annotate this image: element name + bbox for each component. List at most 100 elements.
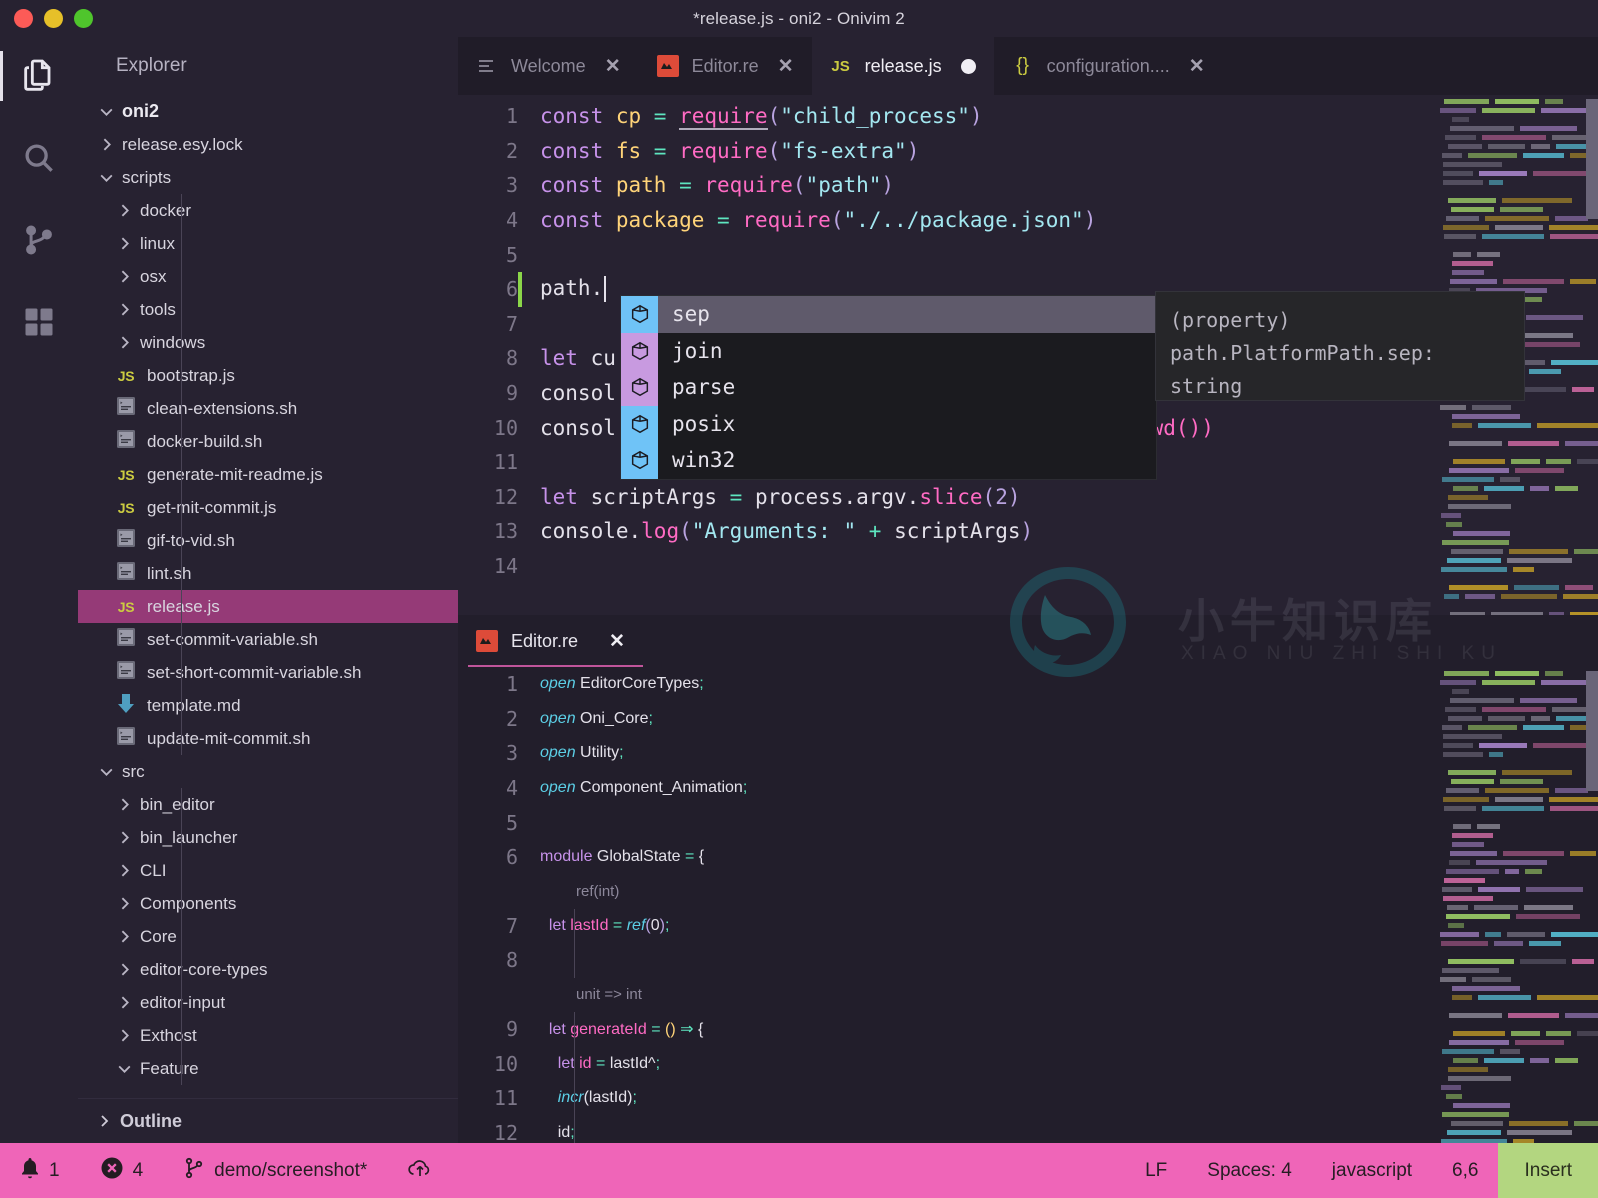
- modified-indicator-icon[interactable]: [960, 58, 976, 74]
- tree-item-docker-build-sh[interactable]: docker-build.sh: [78, 425, 458, 458]
- minimize-window-button[interactable]: [44, 9, 63, 28]
- status-sync[interactable]: [387, 1143, 453, 1198]
- property-cube-icon: [621, 405, 658, 442]
- chevron-down-icon[interactable]: [114, 1059, 134, 1079]
- tree-item-editor-input[interactable]: editor-input: [78, 986, 458, 1019]
- tree-item-gif-to-vid-sh[interactable]: gif-to-vid.sh: [78, 524, 458, 557]
- tree-item-exthost[interactable]: Exthost: [78, 1019, 458, 1052]
- tree-item-linux[interactable]: linux: [78, 227, 458, 260]
- chevron-down-icon[interactable]: [96, 102, 116, 122]
- close-icon[interactable]: ✕: [1189, 55, 1205, 78]
- code-lens[interactable]: ref(int): [458, 875, 619, 909]
- close-icon[interactable]: ✕: [605, 55, 621, 78]
- tree-item-src[interactable]: src: [78, 755, 458, 788]
- tree-item-generate-mit-readme-js[interactable]: JS generate-mit-readme.js: [78, 458, 458, 491]
- tree-item-cli[interactable]: CLI: [78, 854, 458, 887]
- minimap-line: [1529, 369, 1561, 374]
- tree-item-set-commit-variable-sh[interactable]: set-commit-variable.sh: [78, 623, 458, 656]
- chevron-right-icon[interactable]: [96, 135, 116, 155]
- tree-item-lint-sh[interactable]: lint.sh: [78, 557, 458, 590]
- tab-editor-re-bottom[interactable]: Editor.re ✕: [458, 615, 643, 667]
- editor-tab-bar[interactable]: Welcome ✕ Editor.re ✕ JS release.js {} configur…: [458, 37, 1598, 95]
- autocomplete-item-posix[interactable]: posix: [621, 405, 1156, 442]
- tree-item-osx[interactable]: osx: [78, 260, 458, 293]
- indent-guide: [181, 524, 182, 557]
- tree-item-feature[interactable]: Feature: [78, 1052, 458, 1085]
- tree-item-label: Core: [140, 926, 177, 946]
- code-token: =: [717, 484, 755, 509]
- status-problems[interactable]: 4: [80, 1143, 164, 1198]
- autocomplete-popup[interactable]: sep join parse posix win32: [620, 295, 1157, 480]
- tree-item-set-short-commit-variable-sh[interactable]: set-short-commit-variable.sh: [78, 656, 458, 689]
- chevron-right-icon[interactable]: [114, 795, 134, 815]
- status-indentation[interactable]: Spaces: 4: [1187, 1143, 1312, 1198]
- code-line: 4 open Component_Animation;: [458, 771, 1598, 806]
- chevron-right-icon[interactable]: [114, 267, 134, 287]
- activity-files-button[interactable]: [0, 37, 78, 115]
- tree-item-editor-core-types[interactable]: editor-core-types: [78, 953, 458, 986]
- tab-configuration-[interactable]: {} configuration.... ✕: [994, 37, 1223, 95]
- chevron-right-icon[interactable]: [114, 960, 134, 980]
- chevron-right-icon[interactable]: [114, 927, 134, 947]
- autocomplete-item-win32[interactable]: win32: [621, 442, 1156, 479]
- chevron-right-icon[interactable]: [114, 1026, 134, 1046]
- tree-item-tools[interactable]: tools: [78, 293, 458, 326]
- chevron-right-icon[interactable]: [114, 894, 134, 914]
- tree-item-components[interactable]: Components: [78, 887, 458, 920]
- editor-tab-bar-bottom[interactable]: Editor.re ✕: [458, 615, 1598, 667]
- chevron-right-icon[interactable]: [114, 993, 134, 1013]
- code-lens[interactable]: unit => int: [458, 978, 642, 1012]
- activity-extensions-button[interactable]: [0, 283, 78, 361]
- file-tree[interactable]: oni2 release.esy.lock scripts docker linux os…: [78, 95, 458, 1085]
- activity-source-control-button[interactable]: [0, 201, 78, 279]
- minimap-bottom[interactable]: [1428, 667, 1598, 1143]
- chevron-down-icon[interactable]: [96, 168, 116, 188]
- editor-pane-top[interactable]: 1 const cp = require("child_process") 2 con…: [458, 95, 1598, 615]
- chevron-right-icon[interactable]: [114, 828, 134, 848]
- status-language[interactable]: javascript: [1312, 1143, 1432, 1198]
- autocomplete-item-parse[interactable]: parse: [621, 369, 1156, 406]
- tab-welcome[interactable]: Welcome ✕: [458, 37, 639, 95]
- tree-item-scripts[interactable]: scripts: [78, 161, 458, 194]
- close-icon[interactable]: ✕: [609, 630, 625, 653]
- autocomplete-item-sep[interactable]: sep: [621, 296, 1156, 333]
- code-token: ;: [648, 709, 653, 727]
- tree-item-core[interactable]: Core: [78, 920, 458, 953]
- tab-editor-re[interactable]: Editor.re ✕: [639, 37, 812, 95]
- window-controls[interactable]: [14, 9, 93, 28]
- chevron-right-icon[interactable]: [114, 300, 134, 320]
- close-window-button[interactable]: [14, 9, 33, 28]
- tree-item-label: docker: [140, 200, 192, 220]
- editor-pane-bottom[interactable]: Editor.re ✕ 1 open EditorCoreTypes; 2 open …: [458, 615, 1598, 1143]
- tree-item-bin-editor[interactable]: bin_editor: [78, 788, 458, 821]
- close-icon[interactable]: ✕: [778, 55, 794, 78]
- chevron-right-icon[interactable]: [114, 201, 134, 221]
- tree-item-windows[interactable]: windows: [78, 326, 458, 359]
- tree-item-docker[interactable]: docker: [78, 194, 458, 227]
- tree-item-bin-launcher[interactable]: bin_launcher: [78, 821, 458, 854]
- status-branch[interactable]: demo/screenshot*: [163, 1143, 387, 1198]
- status-notifications[interactable]: 1: [0, 1143, 80, 1198]
- status-line-ending[interactable]: LF: [1125, 1143, 1187, 1198]
- tree-item-release-js[interactable]: JS release.js: [78, 590, 458, 623]
- chevron-right-icon[interactable]: [114, 234, 134, 254]
- tree-item-clean-extensions-sh[interactable]: clean-extensions.sh: [78, 392, 458, 425]
- tab-release-js[interactable]: JS release.js: [811, 37, 994, 95]
- tree-item-template-md[interactable]: template.md: [78, 689, 458, 722]
- status-cursor-position[interactable]: 6,6: [1432, 1143, 1498, 1198]
- outline-section-header[interactable]: Outline: [78, 1098, 458, 1143]
- chevron-right-icon[interactable]: [114, 861, 134, 881]
- tree-item-update-mit-commit-sh[interactable]: update-mit-commit.sh: [78, 722, 458, 755]
- chevron-right-icon[interactable]: [114, 333, 134, 353]
- activity-search-button[interactable]: [0, 119, 78, 197]
- tree-item-bootstrap-js[interactable]: JS bootstrap.js: [78, 359, 458, 392]
- hover-documentation: (property) path.PlatformPath.sep: string: [1155, 291, 1525, 401]
- autocomplete-item-join[interactable]: join: [621, 332, 1156, 369]
- maximize-window-button[interactable]: [74, 9, 93, 28]
- minimap-scrollbar[interactable]: [1586, 99, 1598, 219]
- tree-item-release-esy-lock[interactable]: release.esy.lock: [78, 128, 458, 161]
- tree-item-get-mit-commit-js[interactable]: JS get-mit-commit.js: [78, 491, 458, 524]
- minimap-scrollbar[interactable]: [1586, 671, 1598, 791]
- tree-item-oni2[interactable]: oni2: [78, 95, 458, 128]
- chevron-down-icon[interactable]: [96, 762, 116, 782]
